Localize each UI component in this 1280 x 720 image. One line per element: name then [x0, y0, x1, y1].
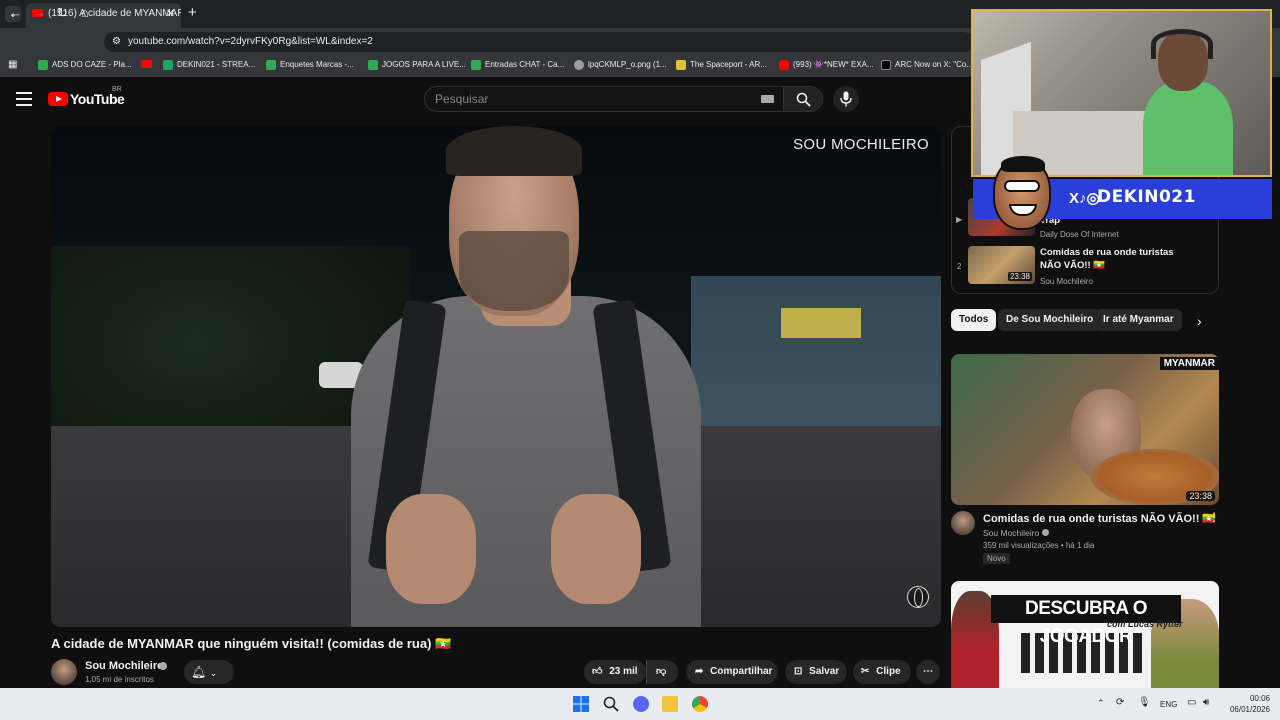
recommendation-meta: 359 mil visualizações • há 1 dia — [983, 541, 1095, 550]
bookmark-item[interactable]: Enquetes Marcas -... — [266, 60, 354, 70]
bookmark-item[interactable]: The Spaceport - AR... — [676, 60, 767, 70]
recommendation-thumbnail[interactable]: DESCUBRA O JOGADOR com Lucas Rytter — [951, 581, 1219, 689]
mascot-avatar — [993, 156, 1051, 230]
more-vert-icon[interactable]: ⋮ — [1208, 510, 1220, 524]
more-dots-icon: ⋯ — [923, 666, 933, 677]
chrome-icon[interactable] — [692, 696, 708, 712]
reload-icon[interactable]: ↻ — [57, 5, 68, 21]
bookmark-item[interactable]: lpqCKMLP_o.png (1... — [574, 60, 667, 70]
bookmark-item[interactable]: Entradas CHAT - Ca... — [471, 60, 564, 70]
tray-chevron-icon[interactable]: ⌃ — [1097, 698, 1105, 709]
bookmark-item[interactable]: (993) 👾*NEW* EXA... — [779, 60, 874, 70]
more-actions-button[interactable]: ⋯ — [916, 660, 940, 684]
chip-myanmar[interactable]: Ir até Myanmar — [1095, 309, 1182, 331]
thumbnail-tag: MYANMAR — [1159, 357, 1219, 370]
tab-close-icon[interactable]: ✕ — [166, 3, 175, 25]
scissors-icon: ✂ — [861, 666, 870, 677]
search-icon[interactable] — [603, 696, 619, 712]
discord-icon[interactable] — [633, 696, 649, 712]
streamer-handle: DEKIN021 — [1097, 187, 1196, 207]
video-watermark: SOU MOCHILEIRO — [793, 136, 929, 153]
home-icon[interactable]: ⌂ — [81, 5, 89, 20]
webcam-overlay — [971, 9, 1272, 177]
volume-icon[interactable]: 🔊︎ — [1203, 697, 1209, 708]
video-player[interactable]: SOU MOCHILEIRO — [51, 126, 941, 627]
new-badge: Novo — [983, 553, 1010, 564]
sync-icon[interactable]: ⟳ — [1116, 697, 1124, 708]
chevron-down-icon: ⌄ — [209, 668, 218, 678]
globe-icon[interactable] — [907, 586, 929, 608]
tab-title: (1516) A cidade de MYANMAR — [48, 8, 181, 19]
recommendation-title[interactable]: Comidas de rua onde turistas NÃO VÃO!! 🇲… — [983, 512, 1216, 525]
playlist-index: 2 — [957, 262, 962, 271]
back-arrow-icon[interactable]: ← — [9, 5, 22, 20]
video-title: A cidade de MYANMAR que ninguém visita!!… — [51, 636, 452, 651]
bookmark-item[interactable]: ADS DO CAZE - Pla... — [38, 60, 132, 70]
duration-badge: 23:38 — [1007, 272, 1032, 281]
address-url: youtube.com/watch?v=2dyrvFKy0Rg&list=WL&… — [128, 36, 373, 47]
chevron-right-icon[interactable]: › — [1197, 313, 1202, 329]
file-explorer-icon[interactable] — [662, 696, 678, 712]
site-settings-icon[interactable]: ⚙ — [112, 32, 121, 52]
microphone-icon — [840, 91, 852, 107]
keyboard-icon[interactable] — [761, 95, 774, 103]
now-playing-icon: ▶ — [956, 215, 963, 224]
hamburger-menu-icon[interactable] — [16, 92, 32, 106]
thumbnail-subtitle: com Lucas Rytter — [1107, 619, 1183, 629]
windows-start-icon[interactable] — [573, 696, 589, 712]
channel-avatar[interactable] — [51, 659, 77, 685]
recommendation-channel[interactable]: Sou Mochileiro — [983, 528, 1049, 538]
save-button[interactable]: ⊡ Salvar — [785, 660, 847, 684]
language-indicator[interactable]: ENG — [1160, 700, 1177, 709]
taskbar-clock[interactable]: 00:06 06/01/2026 — [1226, 693, 1270, 715]
network-icon[interactable]: ▭ — [1187, 697, 1196, 708]
share-arrow-icon: ➦ — [695, 666, 704, 677]
verified-check-icon — [159, 662, 167, 670]
search-button[interactable] — [783, 86, 823, 112]
chip-todos[interactable]: Todos — [951, 309, 997, 331]
bookmark-item[interactable] — [141, 60, 152, 70]
search-input[interactable]: Pesquisar — [424, 86, 784, 112]
address-bar[interactable]: ⚙ youtube.com/watch?v=2dyrvFKy0Rg&list=W… — [104, 32, 974, 52]
bookmark-item[interactable]: JOGOS PARA A LIVE... — [368, 60, 466, 70]
browser-tab-active[interactable]: (1516) A cidade de MYANMAR ✕ — [26, 3, 181, 28]
playlist-item[interactable]: 23:38 Comidas de rua onde turistas NÃO V… — [968, 246, 1218, 286]
bell-icon: 🔔︎ — [191, 665, 207, 679]
thumbs-down-icon: 👎︎ — [656, 666, 667, 677]
microphone-icon[interactable]: 🎙︎ — [1138, 697, 1151, 708]
social-icons: X♪◎ — [1069, 190, 1100, 207]
voice-search-button[interactable] — [833, 86, 859, 112]
apps-grid-icon[interactable]: ▦ — [8, 59, 17, 70]
youtube-play-icon — [48, 92, 68, 106]
bookmark-item[interactable]: DEKIN021 - STREA... — [163, 60, 255, 70]
like-button[interactable]: 👍︎ 23 mil — [584, 660, 646, 684]
dislike-button[interactable]: 👎︎ — [646, 660, 678, 684]
bookmark-item[interactable]: ARC Now on X: "Co... — [881, 60, 973, 70]
subscriber-count: 1,05 mi de inscritos — [85, 675, 154, 684]
search-icon — [796, 92, 811, 107]
recommendation-thumbnail[interactable]: MYANMAR 23:38 — [951, 354, 1219, 505]
duration-badge: 23:38 — [1186, 491, 1215, 501]
channel-avatar[interactable] — [951, 511, 975, 535]
notification-bell-button[interactable]: 🔔︎ ⌄ — [184, 660, 234, 684]
bookmark-icon: ⊡ — [794, 666, 803, 677]
share-button[interactable]: ➦ Compartilhar — [686, 660, 778, 684]
verified-check-icon — [1041, 529, 1049, 536]
channel-name[interactable]: Sou Mochileiro — [85, 660, 164, 672]
chip-channel[interactable]: De Sou Mochileiro — [998, 309, 1102, 331]
thumbs-up-icon: 👍︎ — [592, 666, 603, 677]
new-tab-plus-icon[interactable]: + — [188, 4, 197, 21]
clip-button[interactable]: ✂ Clipe — [853, 660, 911, 684]
forward-arrow-icon[interactable]: → — [33, 5, 46, 20]
